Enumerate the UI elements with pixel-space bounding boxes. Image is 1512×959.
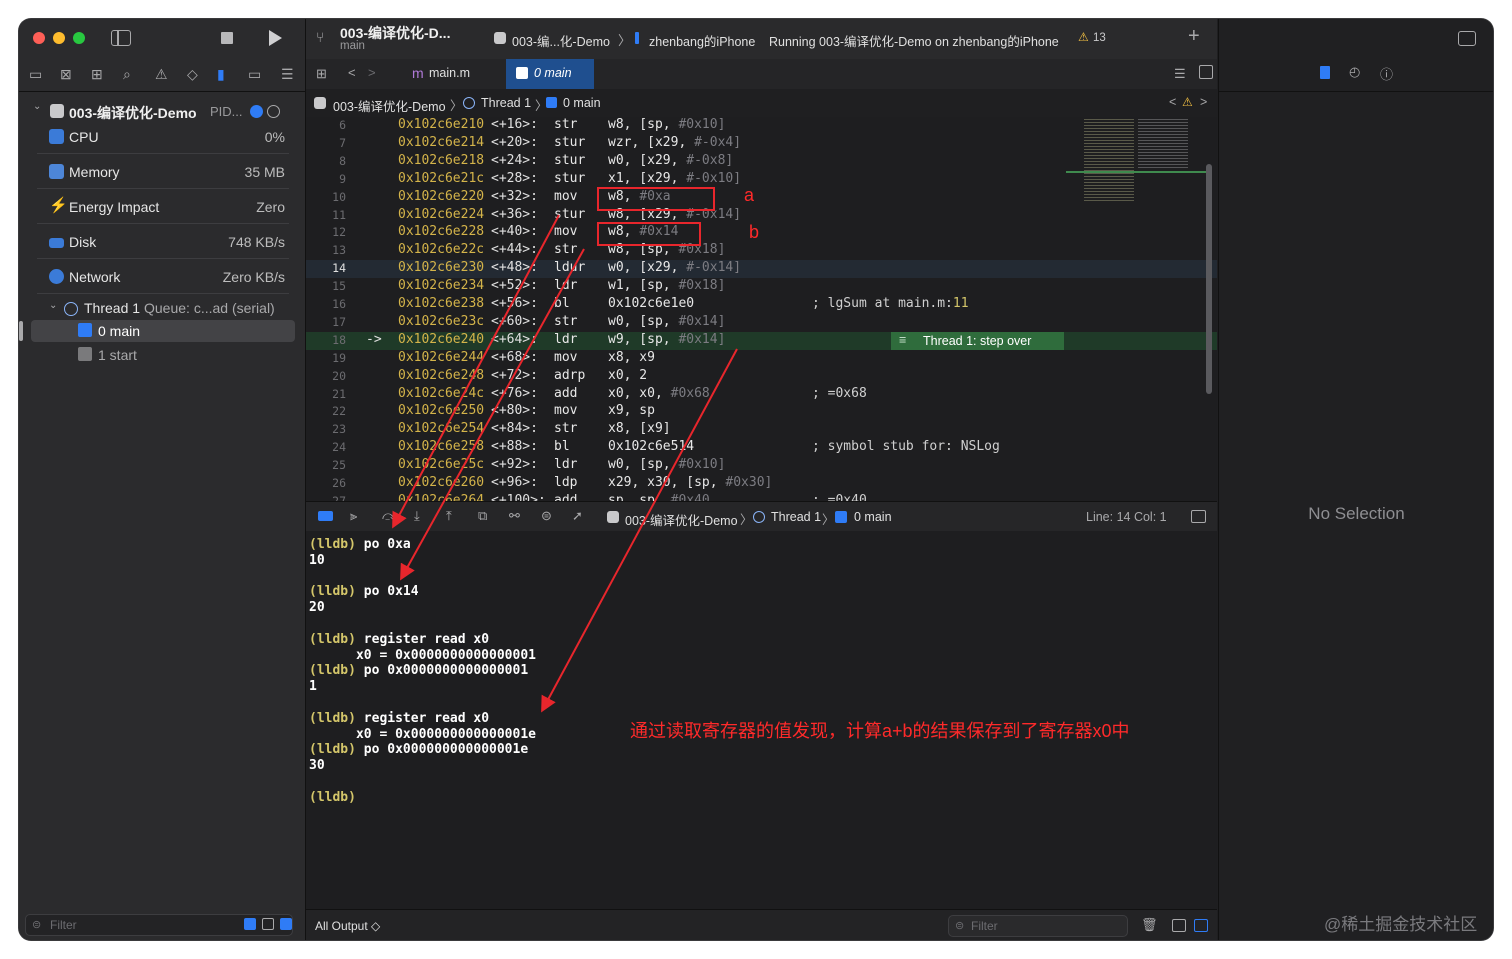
filter-placeholder: Filter bbox=[971, 919, 998, 933]
arrow-result bbox=[541, 348, 738, 713]
no-selection-label: No Selection bbox=[1308, 504, 1405, 523]
xcode-window: ▭ ⊠ ⊞ ⌕ ⚠ ◇ ▮ ▭ ☰ ⌄ 003-编译优化-Demo PID...… bbox=[19, 19, 1493, 940]
watermark: @稀土掘金技术社区 bbox=[1324, 915, 1478, 934]
show-console-icon[interactable] bbox=[1194, 919, 1208, 932]
history-inspector-icon[interactable]: ◴ bbox=[1349, 64, 1360, 80]
filter-icon: ⊜ bbox=[955, 920, 965, 932]
console-bottom-bar: All Output ◇ ⊜ Filter 🗑 bbox=[306, 909, 1217, 940]
arrow-a bbox=[392, 214, 560, 529]
output-selector[interactable]: All Output ◇ bbox=[315, 919, 380, 933]
console-filter-field[interactable]: ⊜ Filter bbox=[948, 915, 1128, 937]
help-inspector-icon[interactable]: ⓘ bbox=[1380, 64, 1393, 83]
trash-icon[interactable]: 🗑 bbox=[1141, 917, 1158, 933]
file-inspector-icon[interactable] bbox=[1320, 66, 1330, 79]
toggle-inspector-icon[interactable] bbox=[1458, 31, 1476, 46]
arrow-b bbox=[400, 248, 585, 581]
inspector-panel: ◴ ⓘ No Selection @稀土掘金技术社区 bbox=[1218, 19, 1493, 940]
show-variables-icon[interactable] bbox=[1172, 919, 1186, 932]
